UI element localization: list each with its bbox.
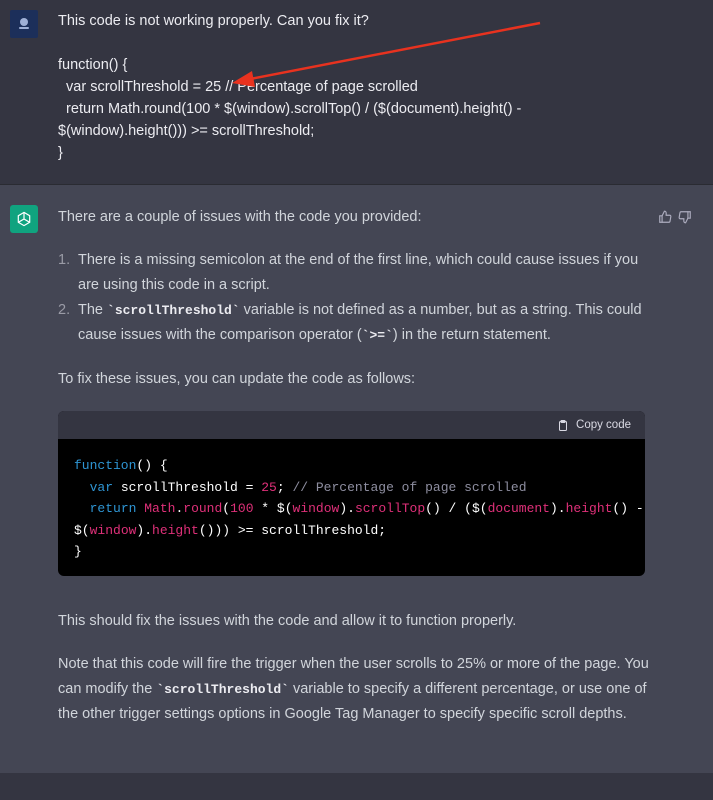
inline-code: `>=`	[361, 328, 393, 343]
list-item: 1. There is a missing semicolon at the e…	[58, 252, 639, 293]
user-question: This code is not working properly. Can y…	[58, 13, 369, 29]
outro-2: Note that this code will fire the trigge…	[58, 656, 649, 722]
inline-code: `scrollThreshold`	[107, 303, 240, 318]
code-block-header: Copy code	[58, 411, 645, 439]
assistant-message: There are a couple of issues with the co…	[0, 185, 713, 773]
user-code-line: }	[58, 145, 63, 161]
user-code-line: $(window).height())) >= scrollThreshold;	[58, 123, 315, 139]
feedback-buttons	[655, 207, 695, 227]
assistant-intro: There are a couple of issues with the co…	[58, 209, 422, 225]
assistant-text: There are a couple of issues with the co…	[58, 205, 658, 392]
thumbs-up-icon[interactable]	[655, 207, 675, 227]
user-message: This code is not working properly. Can y…	[0, 0, 713, 185]
user-message-text: This code is not working properly. Can y…	[58, 10, 618, 164]
bottom-band	[0, 773, 713, 800]
user-code-line: return Math.round(100 * $(window).scroll…	[58, 101, 522, 117]
outro-1: This should fix the issues with the code…	[58, 613, 517, 629]
issues-list: 1. There is a missing semicolon at the e…	[58, 248, 658, 348]
user-code-line: function() {	[58, 57, 128, 73]
thumbs-down-icon[interactable]	[675, 207, 695, 227]
user-code-line: var scrollThreshold = 25 // Percentage o…	[58, 79, 418, 95]
list-item: 2. The `scrollThreshold` variable is not…	[58, 302, 642, 343]
fix-intro: To fix these issues, you can update the …	[58, 371, 416, 387]
code-block: Copy code function() { var scrollThresho…	[58, 411, 645, 576]
inline-code: `scrollThreshold`	[156, 682, 289, 697]
code-content: function() { var scrollThreshold = 25; /…	[74, 458, 644, 559]
user-avatar-icon	[10, 10, 38, 38]
openai-logo-icon	[10, 205, 38, 233]
copy-code-button[interactable]: Copy code	[557, 419, 631, 432]
clipboard-icon	[559, 419, 568, 431]
